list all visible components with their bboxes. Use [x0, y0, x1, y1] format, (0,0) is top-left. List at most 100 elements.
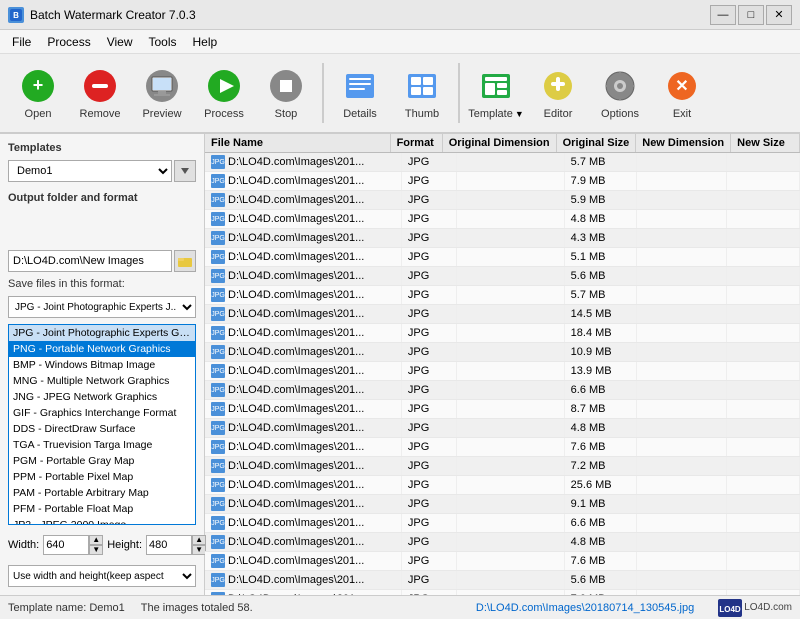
- table-row[interactable]: JPG D:\LO4D.com\Images\201... JPG 7.2 MB: [205, 457, 800, 476]
- menu-process[interactable]: Process: [39, 33, 98, 51]
- file-icon: JPG: [211, 326, 225, 340]
- col-header-new-size[interactable]: New Size: [731, 134, 800, 152]
- table-row[interactable]: JPG D:\LO4D.com\Images\201... JPG 4.8 MB: [205, 210, 800, 229]
- format-png[interactable]: PNG - Portable Network Graphics: [9, 341, 195, 357]
- table-row[interactable]: JPG D:\LO4D.com\Images\201... JPG 5.1 MB: [205, 248, 800, 267]
- cell-orig-dim: [457, 590, 565, 595]
- menu-view[interactable]: View: [99, 33, 141, 51]
- format-gif[interactable]: GIF - Graphics Interchange Format: [9, 405, 195, 421]
- format-jpg-selected[interactable]: JPG - Joint Photographic Experts Grou...: [9, 325, 195, 341]
- col-header-orig-dim[interactable]: Original Dimension: [443, 134, 557, 152]
- browse-folder-button[interactable]: [174, 250, 196, 272]
- width-input[interactable]: [43, 535, 89, 555]
- table-row[interactable]: JPG D:\LO4D.com\Images\201... JPG 5.7 MB: [205, 286, 800, 305]
- format-tga[interactable]: TGA - Truevision Targa Image: [9, 437, 195, 453]
- table-row[interactable]: JPG D:\LO4D.com\Images\201... JPG 13.9 M…: [205, 362, 800, 381]
- table-row[interactable]: JPG D:\LO4D.com\Images\201... JPG 14.5 M…: [205, 305, 800, 324]
- table-row[interactable]: JPG D:\LO4D.com\Images\201... JPG 7.0 MB: [205, 590, 800, 595]
- format-dds[interactable]: DDS - DirectDraw Surface: [9, 421, 195, 437]
- minimize-button[interactable]: —: [710, 5, 736, 25]
- format-jp2[interactable]: JP2 - JPEG 2000 Image: [9, 517, 195, 525]
- height-input[interactable]: [146, 535, 192, 555]
- close-button[interactable]: ✕: [766, 5, 792, 25]
- format-bmp[interactable]: BMP - Windows Bitmap Image: [9, 357, 195, 373]
- col-header-new-dim[interactable]: New Dimension: [636, 134, 731, 152]
- details-button[interactable]: Details: [330, 58, 390, 128]
- template-dropdown[interactable]: Demo1: [8, 160, 172, 182]
- format-dropdown[interactable]: JPG - Joint Photographic Experts J...: [8, 296, 196, 318]
- cell-new-size: [727, 552, 800, 570]
- height-down[interactable]: ▼: [192, 545, 206, 555]
- format-ppm[interactable]: PPM - Portable Pixel Map: [9, 469, 195, 485]
- table-row[interactable]: JPG D:\LO4D.com\Images\201... JPG 7.9 MB: [205, 172, 800, 191]
- format-list[interactable]: JPG - Joint Photographic Experts Grou...…: [8, 324, 196, 525]
- open-button[interactable]: + Open: [8, 58, 68, 128]
- cell-format: JPG: [402, 571, 457, 589]
- exit-button[interactable]: ✕ Exit: [652, 58, 712, 128]
- table-row[interactable]: JPG D:\LO4D.com\Images\201... JPG 7.6 MB: [205, 552, 800, 571]
- cell-new-size: [727, 324, 800, 342]
- file-icon: JPG: [211, 440, 225, 454]
- cell-format: JPG: [402, 590, 457, 595]
- folder-input[interactable]: [8, 250, 172, 272]
- file-icon: JPG: [211, 250, 225, 264]
- window-controls[interactable]: — □ ✕: [710, 5, 792, 25]
- status-template-name: Template name: Demo1: [8, 602, 125, 614]
- width-down[interactable]: ▼: [89, 545, 103, 555]
- col-header-orig-size[interactable]: Original Size: [557, 134, 637, 152]
- height-spinner[interactable]: ▲ ▼: [192, 535, 206, 555]
- menu-help[interactable]: Help: [185, 33, 226, 51]
- table-row[interactable]: JPG D:\LO4D.com\Images\201... JPG 9.1 MB: [205, 495, 800, 514]
- cell-filename: JPG D:\LO4D.com\Images\201...: [205, 419, 402, 437]
- table-row[interactable]: JPG D:\LO4D.com\Images\201... JPG 18.4 M…: [205, 324, 800, 343]
- col-header-filename[interactable]: File Name: [205, 134, 391, 152]
- svg-text:LO4D: LO4D: [720, 605, 742, 614]
- editor-button[interactable]: Editor: [528, 58, 588, 128]
- format-mng[interactable]: MNG - Multiple Network Graphics: [9, 373, 195, 389]
- col-header-format[interactable]: Format: [391, 134, 443, 152]
- table-row[interactable]: JPG D:\LO4D.com\Images\201... JPG 7.6 MB: [205, 438, 800, 457]
- cell-new-dim: [637, 248, 727, 266]
- format-pfm[interactable]: PFM - Portable Float Map: [9, 501, 195, 517]
- aspect-dropdown[interactable]: Use width and height(keep aspect: [8, 565, 196, 587]
- options-button[interactable]: Options: [590, 58, 650, 128]
- table-row[interactable]: JPG D:\LO4D.com\Images\201... JPG 25.6 M…: [205, 476, 800, 495]
- process-button[interactable]: Process: [194, 58, 254, 128]
- cell-format: JPG: [402, 172, 457, 190]
- format-jng[interactable]: JNG - JPEG Network Graphics: [9, 389, 195, 405]
- menu-file[interactable]: File: [4, 33, 39, 51]
- cell-filename: JPG D:\LO4D.com\Images\201...: [205, 343, 402, 361]
- table-row[interactable]: JPG D:\LO4D.com\Images\201... JPG 5.6 MB: [205, 571, 800, 590]
- width-spinner[interactable]: ▲ ▼: [89, 535, 103, 555]
- table-row[interactable]: JPG D:\LO4D.com\Images\201... JPG 6.6 MB: [205, 514, 800, 533]
- height-up[interactable]: ▲: [192, 535, 206, 545]
- maximize-button[interactable]: □: [738, 5, 764, 25]
- width-up[interactable]: ▲: [89, 535, 103, 545]
- menu-tools[interactable]: Tools: [141, 33, 185, 51]
- cell-filename: JPG D:\LO4D.com\Images\201...: [205, 229, 402, 247]
- template-button[interactable]: Template ▼: [466, 58, 526, 128]
- cell-new-size: [727, 495, 800, 513]
- stop-button[interactable]: Stop: [256, 58, 316, 128]
- table-row[interactable]: JPG D:\LO4D.com\Images\201... JPG 8.7 MB: [205, 400, 800, 419]
- table-row[interactable]: JPG D:\LO4D.com\Images\201... JPG 5.7 MB: [205, 153, 800, 172]
- thumb-button[interactable]: Thumb: [392, 58, 452, 128]
- table-row[interactable]: JPG D:\LO4D.com\Images\201... JPG 4.3 MB: [205, 229, 800, 248]
- remove-button[interactable]: Remove: [70, 58, 130, 128]
- cell-orig-size: 5.7 MB: [565, 153, 638, 171]
- width-label: Width:: [8, 539, 39, 551]
- table-row[interactable]: JPG D:\LO4D.com\Images\201... JPG 6.6 MB: [205, 381, 800, 400]
- table-row[interactable]: JPG D:\LO4D.com\Images\201... JPG 5.9 MB: [205, 191, 800, 210]
- table-row[interactable]: JPG D:\LO4D.com\Images\201... JPG 4.8 MB: [205, 419, 800, 438]
- table-row[interactable]: JPG D:\LO4D.com\Images\201... JPG 10.9 M…: [205, 343, 800, 362]
- table-row[interactable]: JPG D:\LO4D.com\Images\201... JPG 5.6 MB: [205, 267, 800, 286]
- cell-orig-dim: [457, 153, 565, 171]
- preview-button[interactable]: Preview: [132, 58, 192, 128]
- exit-label: Exit: [673, 108, 691, 120]
- format-pgm[interactable]: PGM - Portable Gray Map: [9, 453, 195, 469]
- toolbar-separator-2: [458, 63, 460, 123]
- file-table[interactable]: File Name Format Original Dimension Orig…: [205, 134, 800, 595]
- table-row[interactable]: JPG D:\LO4D.com\Images\201... JPG 4.8 MB: [205, 533, 800, 552]
- format-pam[interactable]: PAM - Portable Arbitrary Map: [9, 485, 195, 501]
- template-dropdown-button[interactable]: [174, 160, 196, 182]
